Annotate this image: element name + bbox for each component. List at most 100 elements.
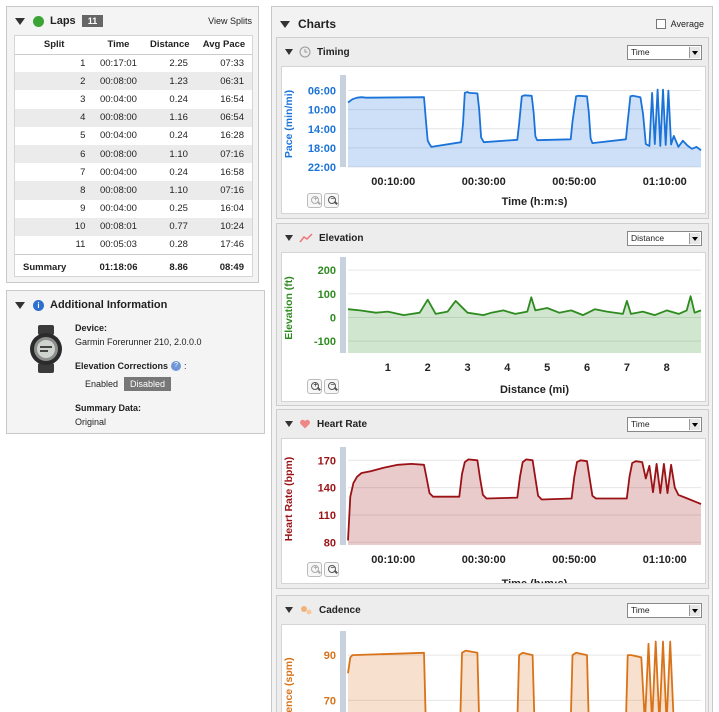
y-tick-label: 200	[318, 265, 336, 277]
charts-panel: Charts Average Timing Time 06:00 10:00 14:…	[271, 6, 713, 712]
elevation-corrections-colon: :	[184, 361, 187, 371]
series-line	[347, 295, 702, 316]
zoom-in-button[interactable]: +	[307, 562, 322, 577]
table-row: 7 00:04:00 0.24 16:58	[15, 163, 252, 181]
y-tick-label: 110	[318, 510, 336, 522]
zoom-out-button[interactable]: −	[324, 193, 339, 208]
table-cell: 16:54	[220, 93, 244, 105]
table-row: 1 00:17:01 2.25 07:33	[15, 54, 252, 72]
chevron-down-icon[interactable]	[689, 46, 700, 58]
column-header[interactable]: Split	[15, 36, 94, 55]
table-cell: 00:08:00	[93, 181, 144, 200]
heart-rate-chart-panel: Heart Rate Time 170 140 110 80 00:10:00 00:30…	[276, 409, 709, 589]
x-axis-label: Time (h:m:s)	[502, 196, 568, 208]
table-cell: 0.25	[169, 203, 188, 215]
summary-row: Summary 01:18:06 8.86 08:49	[15, 253, 252, 281]
enabled-option[interactable]: Enabled	[79, 377, 124, 391]
info-title: Additional Information	[50, 299, 168, 311]
table-cell: 1.23	[143, 72, 196, 91]
table-cell: 07:16	[195, 144, 252, 164]
table-row: 9 00:04:00 0.25 16:04	[15, 200, 252, 218]
collapse-triangle-icon[interactable]	[15, 301, 25, 309]
summary-data-label: Summary Data:	[75, 403, 142, 413]
zoom-in-button[interactable]: +	[307, 379, 322, 394]
y-tick-label: 70	[324, 695, 336, 707]
scroll-handle[interactable]	[340, 631, 346, 712]
elevation-corrections-row: Elevation Corrections ? :	[75, 361, 202, 371]
y-axis-label: Elevation (ft)	[283, 276, 295, 340]
x-tick-label: 5	[544, 362, 550, 374]
elevation-icon	[299, 233, 313, 243]
view-splits-link[interactable]: View Splits	[208, 16, 252, 26]
collapse-triangle-icon[interactable]	[285, 421, 293, 427]
column-header[interactable]: Distance	[143, 36, 196, 55]
y-tick-label: 100	[318, 289, 336, 301]
y-tick-label: 06:00	[308, 86, 336, 98]
scroll-handle[interactable]	[340, 75, 346, 167]
y-tick-label: -100	[314, 336, 336, 348]
summary-cell: Summary	[15, 253, 94, 281]
collapse-triangle-icon[interactable]	[285, 49, 293, 55]
elevation-chart-panel: Elevation Distance 200 100 0 -100 1 2 3 4 5 6 7 8 Di…	[276, 223, 709, 406]
x-tick-label: 2	[425, 362, 431, 374]
x-tick-label: 00:30:00	[462, 176, 506, 188]
collapse-triangle-icon[interactable]	[285, 607, 293, 613]
column-header[interactable]: Time	[93, 36, 144, 55]
timing-zoom-controls: + −	[307, 193, 339, 208]
cadence-chart-title: Cadence	[319, 604, 361, 616]
table-cell: 06:54	[195, 108, 252, 127]
cadence-chart-panel: Cadence Time 90 70 Cadence (spm)	[276, 595, 709, 712]
laps-count-badge: 11	[81, 15, 104, 27]
table-cell: 06:31	[195, 72, 252, 91]
cadence-icon	[301, 606, 312, 615]
elevation-corrections-label: Elevation Corrections	[75, 361, 169, 371]
chevron-down-icon[interactable]	[689, 232, 700, 244]
heart-rate-chart-header: Heart Rate Time	[285, 416, 702, 432]
laps-table-box: Split Time Distance Avg Pace 1 00:17:01 2.25 0…	[14, 35, 253, 281]
timing-x-axis-select[interactable]: Time	[627, 44, 702, 60]
laps-panel: Laps 11 View Splits Split Time Distance Avg…	[6, 6, 259, 283]
laps-table: Split Time Distance Avg Pace 1 00:17:01 2.25 0…	[15, 36, 252, 281]
table-cell: 7	[80, 166, 86, 178]
summary-cell: 8.86	[143, 253, 196, 281]
average-toggle[interactable]: Average	[655, 19, 704, 29]
collapse-triangle-icon[interactable]	[15, 17, 25, 25]
chevron-down-icon[interactable]	[689, 418, 700, 430]
timing-chart-title: Timing	[317, 46, 350, 58]
x-tick-label: 8	[664, 362, 670, 374]
elevation-corrections-toggle: Enabled Disabled	[79, 377, 172, 391]
table-cell: 07:33	[220, 57, 244, 69]
x-tick-label: 7	[624, 362, 630, 374]
timing-chart-panel: Timing Time 06:00 10:00 14:00 18:00 22:00 00:…	[276, 37, 709, 219]
elevation-x-axis-select[interactable]: Distance	[627, 230, 702, 246]
table-cell: 00:17:01	[99, 57, 137, 69]
heart-rate-x-axis-select[interactable]: Time	[627, 416, 702, 432]
zoom-in-button[interactable]: +	[307, 193, 322, 208]
elevation-chart-area: 200 100 0 -100 1 2 3 4 5 6 7 8 Distance (mi) Elevatio…	[281, 252, 706, 402]
cadence-x-axis-select[interactable]: Time	[627, 602, 702, 618]
table-cell: 1.16	[143, 108, 196, 127]
collapse-triangle-icon[interactable]	[285, 235, 293, 241]
y-axis-label: Cadence (spm)	[283, 657, 295, 712]
help-icon[interactable]: ?	[171, 361, 182, 371]
column-header[interactable]: Avg Pace	[195, 36, 252, 55]
zoom-out-button[interactable]: −	[324, 562, 339, 577]
table-cell: 3	[80, 93, 86, 105]
table-cell: 0.24	[169, 166, 188, 178]
laps-header: Laps 11 View Splits	[15, 13, 252, 29]
disabled-option[interactable]: Disabled	[124, 377, 172, 391]
chevron-down-icon[interactable]	[689, 604, 700, 616]
y-tick-label: 170	[318, 455, 336, 467]
average-checkbox[interactable]	[655, 19, 666, 29]
table-cell: 17:46	[220, 239, 244, 251]
table-cell: 00:08:00	[93, 72, 144, 91]
collapse-triangle-icon[interactable]	[280, 20, 290, 28]
y-tick-label: 140	[318, 483, 336, 495]
series-area	[348, 296, 701, 353]
x-tick-label: 6	[584, 362, 590, 374]
cadence-chart-area: 90 70 Cadence (spm)	[281, 624, 706, 712]
scroll-handle[interactable]	[340, 447, 346, 545]
scroll-handle[interactable]	[340, 257, 346, 353]
table-cell: 1.10	[143, 181, 196, 200]
zoom-out-button[interactable]: −	[324, 379, 339, 394]
